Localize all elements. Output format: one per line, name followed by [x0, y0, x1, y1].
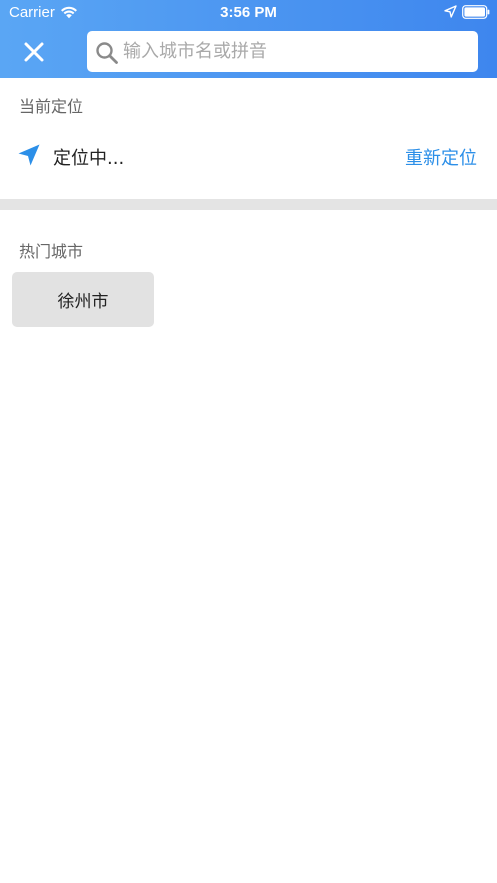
search-input[interactable] [123, 31, 469, 72]
location-services-icon [444, 5, 457, 18]
location-arrow-icon [18, 144, 40, 166]
search-box[interactable] [87, 31, 478, 72]
battery-icon [462, 5, 490, 19]
navigation-header: Carrier 3:56 PM [0, 0, 497, 78]
current-location-row: 定位中... 重新定位 [0, 132, 497, 178]
close-icon [24, 42, 44, 62]
status-time: 3:56 PM [220, 4, 277, 21]
close-button[interactable] [18, 36, 50, 68]
relocate-button[interactable]: 重新定位 [405, 144, 477, 170]
section-divider [0, 199, 497, 210]
location-status-text: 定位中... [53, 148, 125, 169]
search-icon [96, 42, 118, 64]
hot-city-chip[interactable]: 徐州市 [12, 272, 154, 327]
current-location-title: 当前定位 [19, 97, 84, 116]
hot-cities-title: 热门城市 [19, 242, 84, 261]
status-bar: Carrier 3:56 PM [0, 0, 497, 26]
